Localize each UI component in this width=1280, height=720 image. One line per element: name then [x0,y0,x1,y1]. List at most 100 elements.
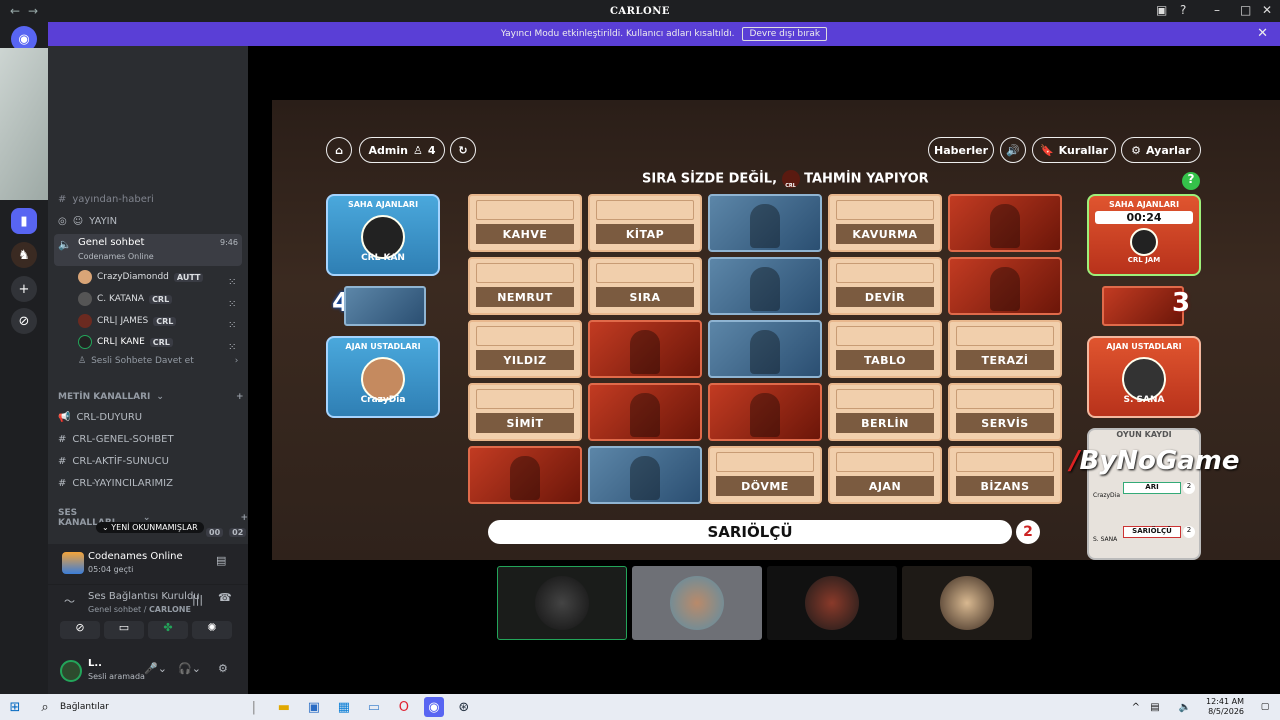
user-settings-gear-icon[interactable]: ⚙ [218,662,228,675]
discover-icon[interactable]: ⊘ [11,308,37,334]
camera-off-button[interactable]: ⊘ [60,621,100,639]
video-tile[interactable] [902,566,1032,640]
taskbar-search-label[interactable]: Bağlantılar [60,702,109,712]
blue-operatives-panel: SAHA AJANLARI CRL KAN [326,194,440,276]
red-agent-card[interactable] [588,320,702,378]
red-agent-card[interactable] [588,383,702,441]
avatar[interactable] [60,660,82,682]
back-arrow-icon[interactable]: ← [10,4,20,18]
rules-button[interactable]: 🔖 Kurallar [1032,137,1116,163]
volume-icon[interactable]: 🔈 [1175,697,1195,717]
word-card[interactable]: KAHVE [468,194,582,252]
blue-agent-card[interactable] [708,320,822,378]
file-explorer-icon[interactable]: ▬ [274,697,294,717]
minimize-icon[interactable]: – [1214,3,1220,17]
blue-agent-card[interactable] [708,194,822,252]
bookmark-icon: 🔖 [1039,143,1054,157]
maximize-icon[interactable]: □ [1240,3,1251,17]
video-tile[interactable] [632,566,762,640]
close-banner-icon[interactable]: ✕ [1257,26,1268,41]
windows-start-icon[interactable]: ⊞ [5,697,25,717]
word-card[interactable]: SİMİT [468,383,582,441]
red-agent-card[interactable] [468,446,582,504]
invite-to-voice[interactable]: ♙ Sesli Sohbete Davet et › [78,356,238,366]
voice-user[interactable]: C. KATANA CRL [78,292,173,306]
text-channel[interactable]: # CRL-YAYINCILARIMIZ [58,478,173,489]
clue-number: 2 [1016,520,1040,544]
category-text-channels[interactable]: METİN KANALLARI ⌄ + [58,392,244,402]
search-icon[interactable]: ⌕ [35,697,55,717]
close-window-icon[interactable]: ✕ [1262,3,1272,17]
microphone-icon[interactable]: 🎤⌄ [144,662,167,675]
news-button[interactable]: Haberler [928,137,994,163]
sound-button[interactable]: 🔊 [1000,137,1026,163]
word-card[interactable]: SIRA [588,257,702,315]
reset-button[interactable]: ↻ [450,137,476,163]
red-agent-card[interactable] [708,383,822,441]
blue-agent-card[interactable] [588,446,702,504]
settings-button[interactable]: ⚙ Ayarlar [1121,137,1201,163]
user-menu-icons[interactable]: ⁙ ⁙ ⁙ ⁙ [228,272,236,358]
server-carlone-icon[interactable]: ♞ [11,242,37,268]
blue-agent-card[interactable] [708,257,822,315]
help-icon[interactable]: ? [1182,172,1200,190]
word-card[interactable]: AJAN [828,446,942,504]
word-card[interactable]: TABLO [828,320,942,378]
steam-icon[interactable]: ⊛ [454,697,474,717]
word-card[interactable]: DÖVME [708,446,822,504]
home-button[interactable]: ⌂ [326,137,352,163]
word-card[interactable]: DEVİR [828,257,942,315]
activity-settings-icon[interactable]: ▤ [216,554,226,567]
red-agent-card[interactable] [948,257,1062,315]
channel-yayin[interactable]: ◎ ☺ YAYIN [58,216,117,227]
dm-icon[interactable]: ▮ [11,208,37,234]
outlook-icon[interactable]: ▣ [304,697,324,717]
unread-pill[interactable]: ⌄ YENİ OKUNMAMIŞLAR [96,522,204,533]
notification-icon[interactable]: ▢ [1255,697,1275,717]
discord-taskbar-icon[interactable]: ◉ [423,697,444,717]
text-channel[interactable]: # CRL-GENEL-SOHBET [58,434,174,445]
voice-user[interactable]: CRL| KANE CRL [78,335,173,349]
word-card[interactable]: TERAZİ [948,320,1062,378]
voice-channel-genel-sohbet[interactable]: 🔈 Genel sohbet 9:46 Codenames Online [54,234,242,266]
red-agent-card[interactable] [948,194,1062,252]
inbox-icon[interactable]: ▣ [1156,3,1167,17]
word-card[interactable]: BERLİN [828,383,942,441]
add-server-icon[interactable]: + [11,276,37,302]
word-card[interactable]: NEMRUT [468,257,582,315]
admin-button[interactable]: Admin ♙ 4 [359,137,445,163]
broadcast-icon: ◎ [58,216,67,227]
add-channel-icon[interactable]: + [240,513,248,523]
word-card[interactable]: YILDIZ [468,320,582,378]
soundboard-button[interactable]: ✺ [192,621,232,639]
opera-icon[interactable]: O [394,697,414,717]
screen-share-button[interactable]: ▭ [104,621,144,639]
text-channel[interactable]: 📢 CRL-DUYURU [58,412,142,423]
video-tile[interactable] [767,566,897,640]
disconnect-icon[interactable]: ☎ [218,591,232,604]
voice-user[interactable]: CRL| JAMES CRL [78,314,177,328]
channel-yayindan-haberi[interactable]: # yayından-haberi [58,194,154,205]
word-card[interactable]: BİZANS [948,446,1062,504]
activity-button[interactable]: ✤ [148,621,188,639]
word-card[interactable]: KİTAP [588,194,702,252]
app-icon[interactable]: ▭ [364,697,384,717]
help-icon[interactable]: ? [1180,3,1186,17]
store-icon[interactable]: ▦ [334,697,354,717]
word-card[interactable]: SERVİS [948,383,1062,441]
disable-streamer-mode-button[interactable]: Devre dışı bırak [742,27,828,41]
clock[interactable]: 12:41 AM 8/5/2026 [1206,697,1244,717]
forward-arrow-icon[interactable]: → [28,4,38,18]
word-card[interactable]: KAVURMA [828,194,942,252]
add-channel-icon[interactable]: + [236,392,244,402]
tray-chevron-icon[interactable]: ^ [1132,702,1140,713]
network-icon[interactable]: ▤ [1145,697,1165,717]
headphones-icon[interactable]: 🎧⌄ [178,662,201,675]
agent-figure [990,204,1020,248]
video-tile[interactable] [497,566,627,640]
text-channel[interactable]: # CRL-AKTİF-SUNUCU [58,456,169,467]
card-word: SIRA [596,287,694,307]
noise-suppression-icon[interactable]: ||| [192,593,203,606]
activity-panel[interactable]: Codenames Online 05:04 geçti ▤ [48,544,248,584]
voice-user[interactable]: CrazyDiamondd AUTT [78,270,204,284]
